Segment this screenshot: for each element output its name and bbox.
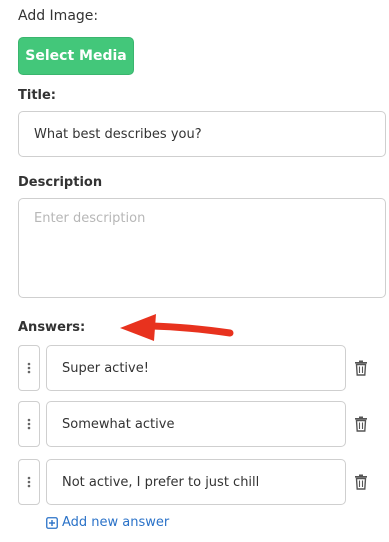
answer-text: Super active! (62, 360, 149, 376)
vertical-dots-icon (27, 362, 31, 374)
drag-handle[interactable] (18, 459, 40, 505)
drag-handle[interactable] (18, 401, 40, 447)
select-media-button[interactable]: Select Media (18, 37, 134, 75)
trash-icon[interactable] (354, 360, 368, 376)
answer-input[interactable]: Super active! (46, 345, 346, 391)
add-image-label: Add Image: (18, 8, 99, 24)
question-editor: Add Image: Select Media Title: What best… (0, 0, 389, 542)
add-new-answer-label: Add new answer (62, 515, 170, 530)
drag-handle[interactable] (18, 345, 40, 391)
answer-row: Not active, I prefer to just chill (18, 459, 388, 505)
plus-square-icon (46, 516, 58, 529)
add-new-answer-link[interactable]: Add new answer (46, 515, 169, 530)
vertical-dots-icon (27, 476, 31, 488)
answer-text: Not active, I prefer to just chill (62, 474, 260, 490)
title-input[interactable]: What best describes you? (18, 111, 386, 157)
trash-icon[interactable] (354, 416, 368, 432)
trash-icon[interactable] (354, 474, 368, 490)
title-label: Title: (18, 88, 57, 103)
answer-row: Somewhat active (18, 401, 388, 447)
answers-label: Answers: (18, 320, 86, 335)
description-label: Description (18, 175, 103, 190)
description-textarea[interactable]: Enter description (18, 198, 386, 298)
description-placeholder: Enter description (34, 211, 146, 226)
title-value: What best describes you? (34, 126, 202, 142)
red-arrow-icon (120, 314, 234, 341)
answer-row: Super active! (18, 345, 388, 391)
answer-text: Somewhat active (62, 416, 175, 432)
answer-input[interactable]: Somewhat active (46, 401, 346, 447)
answer-input[interactable]: Not active, I prefer to just chill (46, 459, 346, 505)
vertical-dots-icon (27, 418, 31, 430)
